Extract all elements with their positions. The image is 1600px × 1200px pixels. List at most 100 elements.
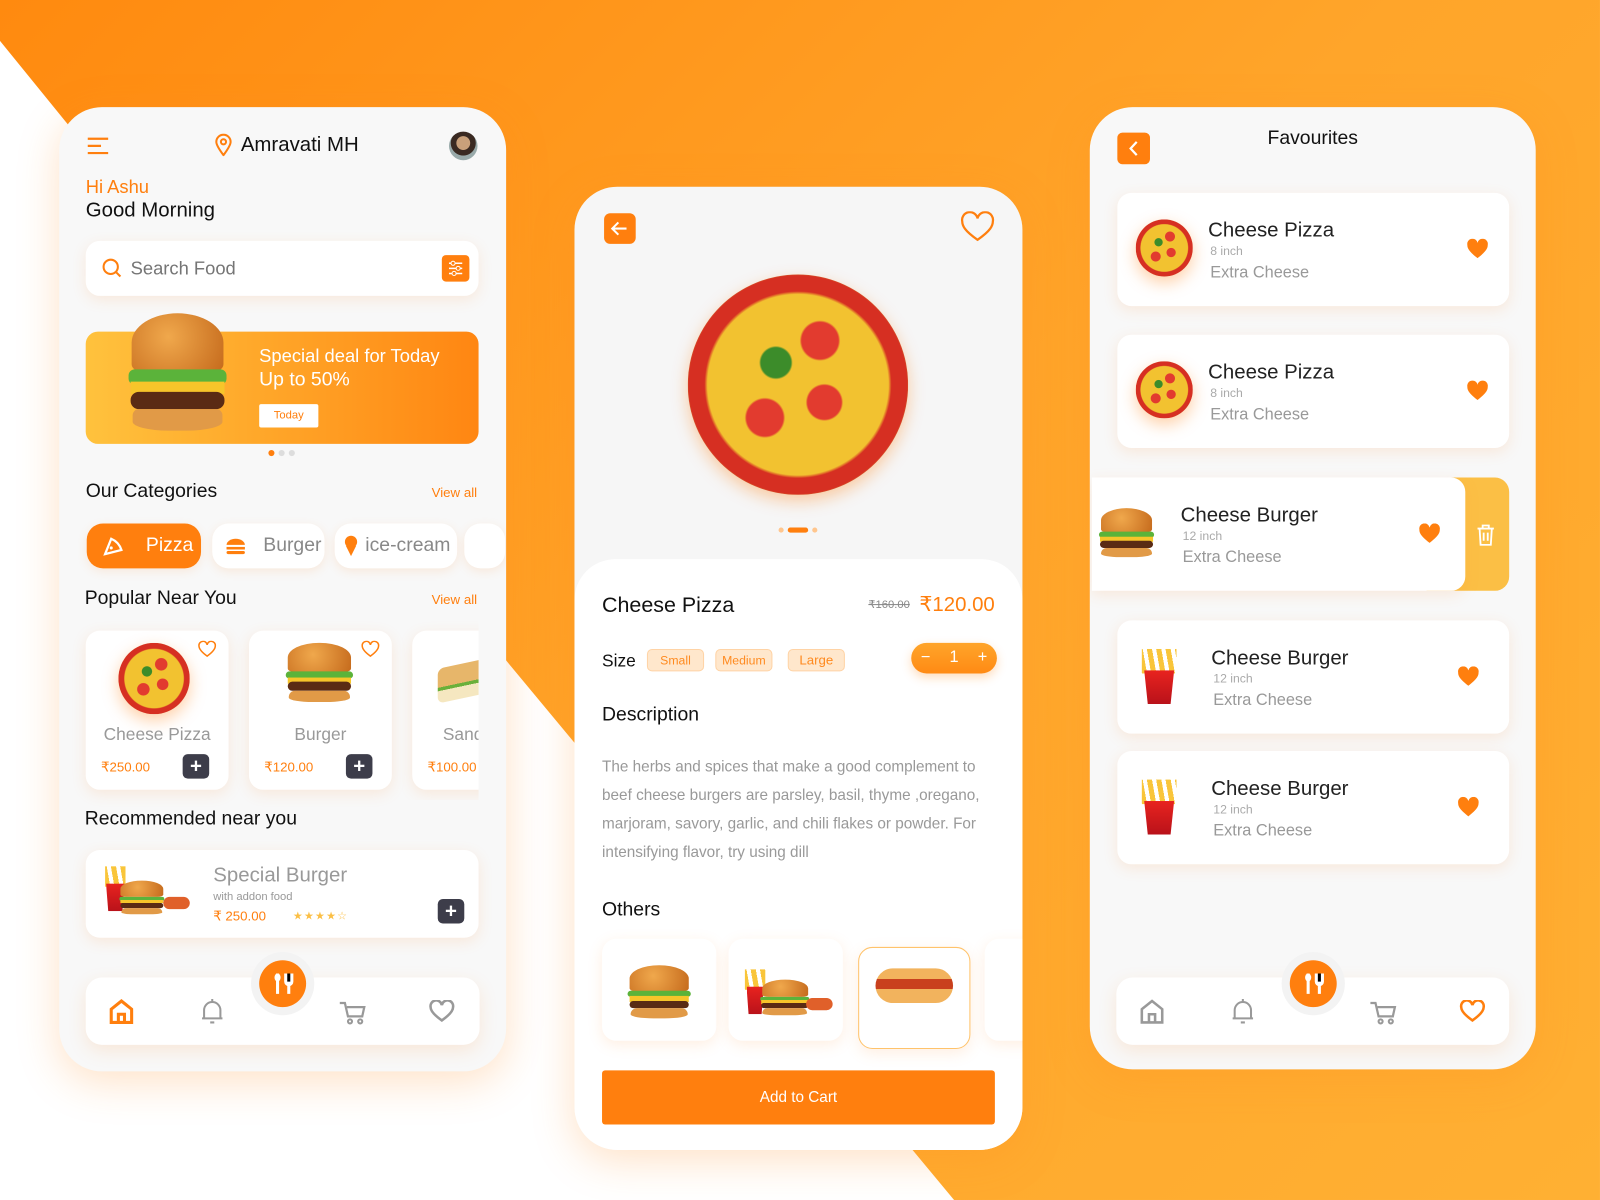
- item-price: ₹120.00: [264, 759, 314, 775]
- search-input[interactable]: [130, 255, 427, 282]
- category-pizza[interactable]: Pizza: [86, 523, 202, 569]
- categories-view-all[interactable]: View all: [432, 485, 477, 500]
- categories-title: Our Categories: [85, 480, 218, 503]
- rating-stars: ★★★★☆: [292, 910, 349, 923]
- popular-view-all[interactable]: View all: [432, 592, 477, 607]
- category-label: ice-cream: [365, 534, 451, 557]
- heart-filled-icon[interactable]: [1466, 380, 1488, 401]
- other-item[interactable]: [602, 938, 717, 1041]
- favourite-item[interactable]: Cheese Burger 12 inch Extra Cheese: [1117, 620, 1510, 734]
- burger-image: [627, 965, 692, 1020]
- quantity-stepper[interactable]: − 1 +: [911, 642, 997, 674]
- add-button[interactable]: +: [437, 898, 465, 924]
- favourite-item[interactable]: Cheese Pizza 8 inch Extra Cheese: [1117, 192, 1510, 307]
- cart-icon[interactable]: [1369, 1000, 1398, 1027]
- home-icon[interactable]: [108, 998, 135, 1025]
- hotdog-image: [163, 896, 190, 910]
- fork-knife-icon: [1305, 973, 1324, 994]
- fries-image: [1138, 779, 1181, 835]
- add-to-cart-button[interactable]: Add to Cart: [602, 1070, 995, 1125]
- favourite-item[interactable]: Cheese Pizza 8 inch Extra Cheese: [1117, 334, 1510, 448]
- sliders-icon: [448, 260, 463, 277]
- category-burger[interactable]: Burger: [212, 523, 325, 569]
- pizza-hero-image: [687, 274, 909, 495]
- cart-icon[interactable]: [339, 1000, 368, 1027]
- heart-filled-icon[interactable]: [1457, 796, 1479, 817]
- other-item-selected[interactable]: [858, 946, 971, 1049]
- heart-icon[interactable]: [1459, 999, 1486, 1022]
- subgreeting: Good Morning: [85, 198, 216, 222]
- banner-pagination[interactable]: [268, 449, 295, 457]
- favourite-outline-icon[interactable]: [960, 211, 995, 242]
- size-small[interactable]: Small: [646, 648, 705, 672]
- home-icon[interactable]: [1139, 998, 1166, 1025]
- back-button[interactable]: [604, 213, 636, 244]
- popular-title: Popular Near You: [84, 587, 237, 610]
- burger-image: [118, 880, 165, 916]
- sandwich-image: [437, 653, 479, 704]
- arrow-left-icon: [610, 221, 627, 236]
- category-label: Pizza: [145, 534, 194, 557]
- item-name: Cheese Burger: [1211, 646, 1349, 670]
- item-name: Burger: [294, 724, 347, 744]
- increase-button[interactable]: +: [978, 649, 988, 667]
- banner-today-button[interactable]: Today: [259, 404, 319, 428]
- heart-outline-icon[interactable]: [361, 640, 380, 658]
- item-price: ₹100.00: [427, 759, 477, 775]
- heart-filled-icon[interactable]: [1466, 238, 1488, 259]
- burger-image: [759, 979, 810, 1017]
- description-title: Description: [602, 704, 700, 726]
- menu-fab-button[interactable]: [1289, 960, 1337, 1008]
- item-name: Sand: [442, 724, 484, 744]
- avatar[interactable]: [448, 131, 478, 161]
- bell-icon[interactable]: [200, 997, 224, 1026]
- popular-item[interactable]: Sand ₹100.00: [412, 630, 484, 790]
- item-name: Cheese Pizza: [1208, 219, 1335, 242]
- pizza-image: [1135, 219, 1193, 277]
- menu-icon[interactable]: [86, 136, 110, 156]
- image-pagination[interactable]: [778, 527, 818, 533]
- add-button[interactable]: +: [345, 754, 373, 779]
- add-button[interactable]: +: [182, 754, 210, 779]
- popular-item[interactable]: Cheese Pizza ₹250.00 +: [85, 630, 229, 790]
- menu-fab-button[interactable]: [259, 960, 307, 1008]
- size-medium[interactable]: Medium: [715, 648, 773, 672]
- heart-filled-icon[interactable]: [1418, 523, 1440, 543]
- decrease-button[interactable]: −: [921, 649, 931, 667]
- popular-item[interactable]: Burger ₹120.00 +: [248, 630, 392, 790]
- item-name: Cheese Pizza: [103, 724, 211, 744]
- ice-cream-icon: [344, 535, 358, 557]
- pizza-image: [1135, 361, 1193, 419]
- hotdog-image: [806, 997, 833, 1011]
- others-title: Others: [602, 898, 661, 921]
- search-bar[interactable]: [85, 240, 479, 296]
- item-extra: Extra Cheese: [1213, 691, 1313, 710]
- old-price: ₹160.00: [868, 598, 910, 612]
- size-large[interactable]: Large: [787, 648, 845, 672]
- bell-icon[interactable]: [1231, 997, 1255, 1026]
- favourite-item[interactable]: Cheese Burger 12 inch Extra Cheese: [1091, 477, 1466, 591]
- pizza-image: [118, 642, 190, 715]
- promo-banner[interactable]: Special deal for Today Up to 50% Today: [85, 313, 479, 444]
- other-item[interactable]: [984, 938, 1023, 1041]
- heart-icon[interactable]: [429, 999, 456, 1022]
- category-ice-cream[interactable]: ice-cream: [334, 523, 458, 569]
- recommended-price: ₹ 250.00: [213, 908, 266, 924]
- favourite-item[interactable]: Cheese Burger 12 inch Extra Cheese: [1117, 751, 1510, 865]
- recommended-name: Special Burger: [213, 864, 348, 887]
- other-item[interactable]: [728, 938, 843, 1041]
- item-name: Cheese Pizza: [1208, 361, 1335, 384]
- trash-icon[interactable]: [1477, 523, 1495, 546]
- recommended-item[interactable]: Special Burger with addon food ₹ 250.00 …: [85, 849, 479, 938]
- location-label[interactable]: Amravati MH: [241, 134, 359, 157]
- burger-icon: [226, 538, 245, 555]
- category-more[interactable]: [464, 523, 506, 569]
- heart-outline-icon[interactable]: [198, 640, 217, 658]
- heart-filled-icon[interactable]: [1457, 666, 1479, 686]
- price: ₹120.00: [919, 593, 995, 617]
- item-size: 12 inch: [1213, 802, 1253, 817]
- product-title: Cheese Pizza: [602, 593, 735, 618]
- detail-sheet: Cheese Pizza ₹160.00 ₹120.00 Size Small …: [574, 559, 1023, 1150]
- item-size: 8 inch: [1210, 243, 1243, 259]
- filter-button[interactable]: [441, 255, 470, 282]
